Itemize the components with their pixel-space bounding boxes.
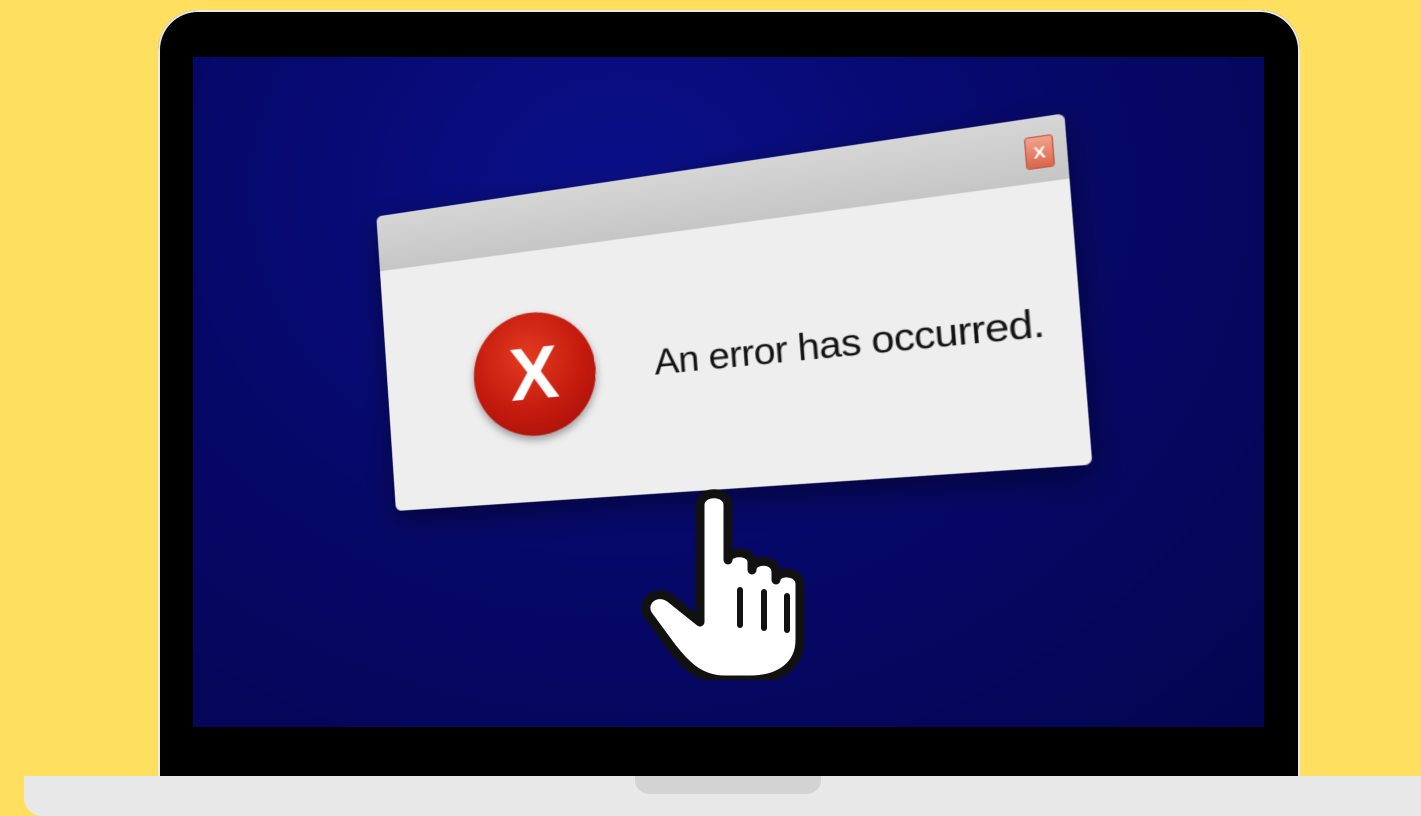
close-icon: X	[1032, 142, 1047, 163]
error-dialog: X X An error has occurred.	[376, 113, 1093, 511]
hand-pointer-cursor-icon	[641, 489, 805, 680]
error-message: An error has occurred.	[652, 301, 1046, 384]
close-button[interactable]: X	[1023, 133, 1056, 171]
error-icon-glyph: X	[506, 330, 562, 418]
laptop-base-notch	[635, 776, 821, 794]
error-icon: X	[469, 305, 601, 441]
